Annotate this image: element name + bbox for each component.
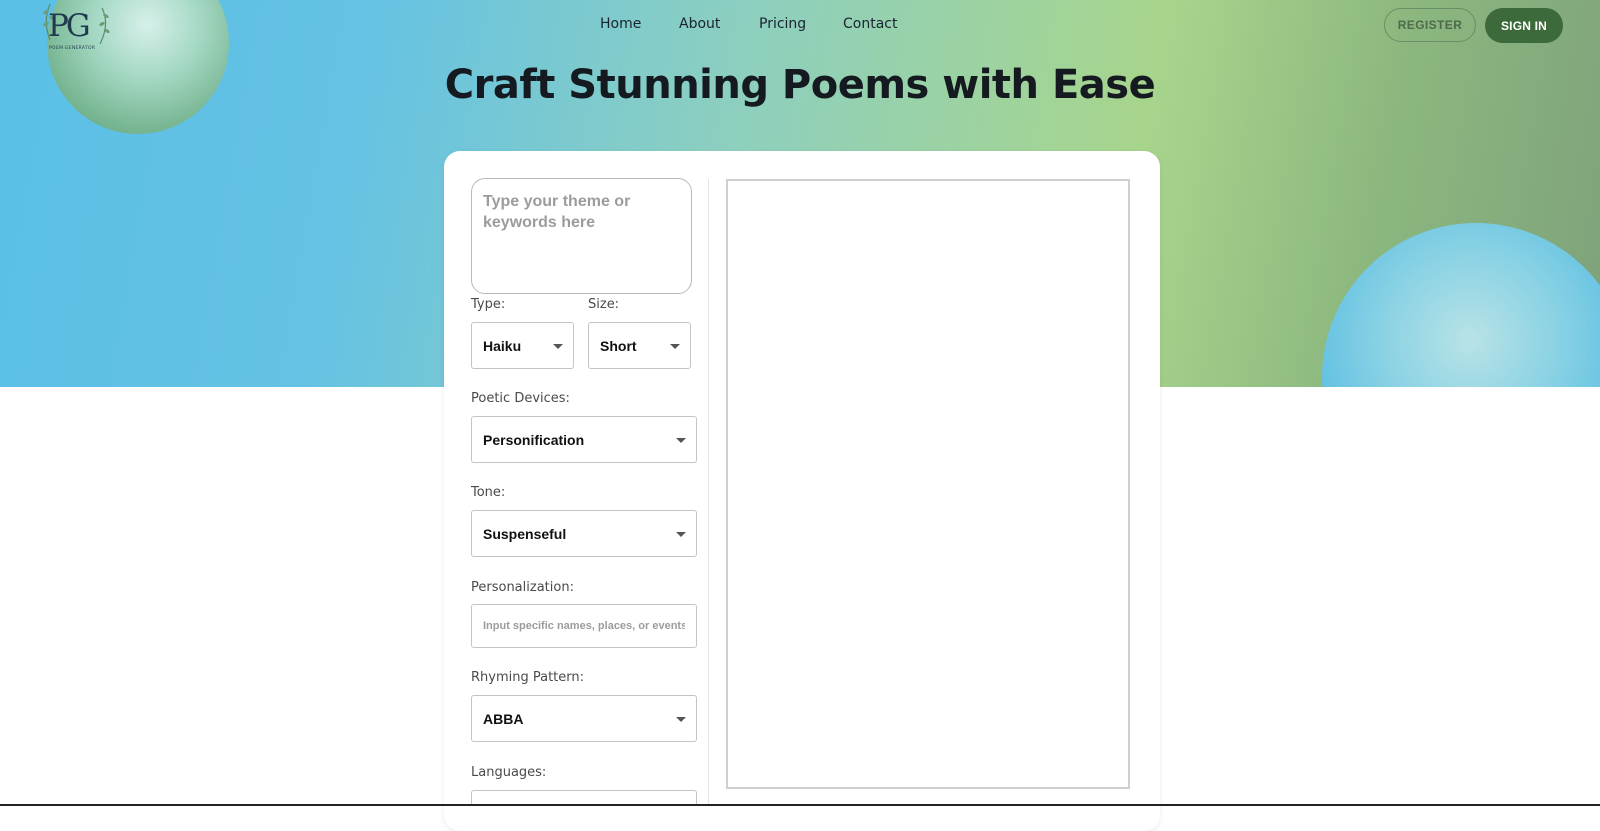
rhyming-label: Rhyming Pattern:: [471, 670, 585, 685]
devices-select-value: Personification: [483, 431, 585, 448]
poem-output: [726, 179, 1130, 789]
nav-home[interactable]: Home: [600, 16, 641, 32]
chevron-down-icon: [670, 343, 680, 349]
nav-contact[interactable]: Contact: [843, 16, 897, 32]
devices-label: Poetic Devices:: [471, 391, 570, 406]
logo-tagline: POEM GENERATOR: [49, 46, 96, 51]
page-title: Craft Stunning Poems with Ease: [444, 62, 1156, 108]
size-select[interactable]: Short: [588, 322, 691, 369]
nav-pricing[interactable]: Pricing: [759, 16, 806, 32]
languages-label: Languages:: [471, 765, 547, 780]
type-select-value: Haiku: [483, 337, 522, 354]
decorative-orb-right: [1322, 223, 1600, 387]
sign-in-button[interactable]: SIGN IN: [1485, 8, 1563, 43]
card-divider: [708, 179, 709, 806]
register-button[interactable]: REGISTER: [1384, 8, 1476, 42]
type-label: Type:: [471, 297, 506, 312]
chevron-down-icon: [676, 716, 686, 722]
devices-select[interactable]: Personification: [471, 416, 697, 463]
languages-select[interactable]: [471, 790, 697, 804]
tone-label: Tone:: [471, 485, 506, 500]
chevron-down-icon: [676, 531, 686, 537]
theme-input[interactable]: [471, 178, 692, 294]
rhyming-select[interactable]: ABBA: [471, 695, 697, 742]
size-label: Size:: [588, 297, 620, 312]
size-select-value: Short: [600, 337, 637, 354]
chevron-down-icon: [676, 437, 686, 443]
type-select[interactable]: Haiku: [471, 322, 574, 369]
personalization-input[interactable]: [471, 604, 697, 648]
tone-select-value: Suspenseful: [483, 525, 567, 542]
nav-about[interactable]: About: [679, 16, 720, 32]
personalization-label: Personalization:: [471, 580, 574, 595]
chevron-down-icon: [553, 343, 563, 349]
rhyming-select-value: ABBA: [483, 710, 524, 727]
tone-select[interactable]: Suspenseful: [471, 510, 697, 557]
main-nav: Home About Pricing Contact: [0, 16, 1600, 36]
